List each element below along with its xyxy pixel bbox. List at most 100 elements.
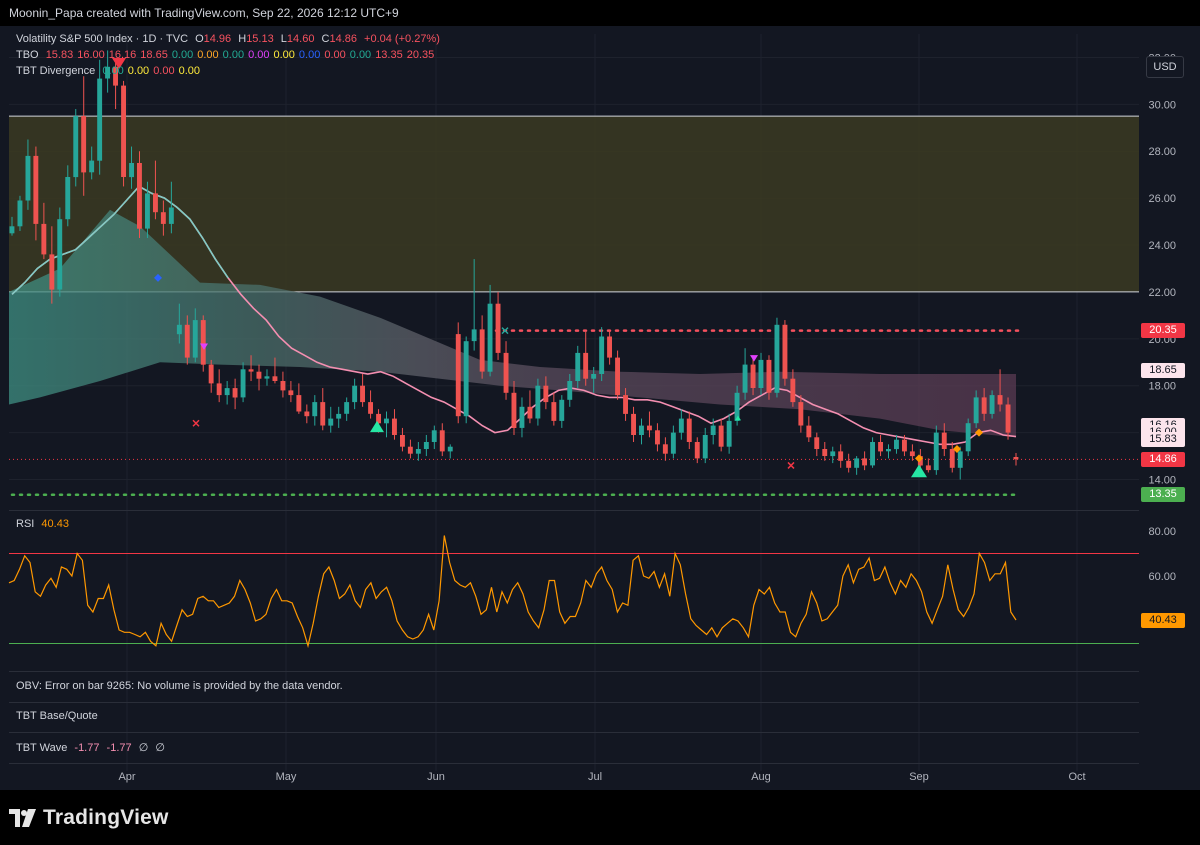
candle-body — [344, 402, 350, 414]
tradingview-logo-icon — [9, 809, 36, 827]
candle-body — [543, 385, 549, 403]
candle-body — [192, 320, 198, 358]
candle-body — [296, 395, 302, 412]
divergence-name[interactable]: TBT Divergence — [16, 65, 95, 77]
base-quote-name[interactable]: TBT Base/Quote — [16, 710, 98, 722]
candle-body — [639, 425, 644, 435]
divergence-cross-marker — [192, 419, 200, 427]
candle-body — [774, 324, 780, 393]
candle-body — [392, 418, 397, 435]
candle-body — [328, 418, 334, 426]
price-axis-label: 26.00 — [1148, 193, 1176, 205]
high-label: H — [238, 33, 247, 45]
candle-body — [519, 406, 525, 428]
candle-body — [902, 439, 907, 452]
candle-body — [73, 116, 79, 178]
candle-body — [734, 392, 740, 421]
candle-body — [415, 449, 421, 454]
high-value: 15.13 — [246, 33, 274, 45]
bottom-bar — [0, 790, 1200, 845]
tbo-value: 15.83 — [45, 49, 74, 61]
candle-body — [766, 359, 772, 393]
candle-body — [551, 402, 557, 421]
tbo-value: 16.00 — [77, 49, 105, 61]
divergence-value: 0.00 — [127, 65, 150, 77]
divergence-value: 0.00 — [153, 65, 175, 77]
candle-body — [160, 212, 166, 224]
wave-value-4: ∅ — [155, 742, 165, 754]
obv-error-text: OBV: Error on bar 9265: No volume is pro… — [16, 680, 343, 692]
candle-body — [176, 324, 182, 335]
candle-body — [949, 449, 955, 468]
candle-body — [168, 207, 174, 224]
tbo-value: 0.00 — [248, 49, 270, 61]
candle-body — [439, 430, 445, 452]
candle-body — [830, 451, 836, 457]
tbo-name[interactable]: TBO — [16, 49, 39, 61]
chart-frame[interactable]: 32.0030.0028.0026.0024.0022.0020.0018.00… — [0, 26, 1200, 790]
wave-value-1: -1.77 — [74, 742, 100, 754]
pane-separator — [9, 732, 1139, 733]
candle-body — [455, 334, 461, 417]
candle-body — [511, 392, 517, 428]
open-label: O — [195, 33, 204, 45]
candle-body — [989, 395, 995, 414]
candle-body — [655, 430, 660, 445]
chart-canvas[interactable]: 32.0030.0028.0026.0024.0022.0020.0018.00… — [0, 26, 1200, 790]
candle-body — [17, 200, 23, 227]
base-quote-legend: TBT Base/Quote — [16, 710, 102, 722]
candle-body — [909, 451, 915, 457]
candle-body — [822, 449, 828, 456]
candle-body — [838, 451, 844, 461]
candle-body — [360, 385, 365, 403]
candle-body — [272, 376, 278, 381]
candle-body — [288, 390, 294, 396]
candle-body — [216, 383, 222, 396]
rsi-axis-label: 80.00 — [1148, 526, 1176, 538]
pane-separator — [9, 671, 1139, 672]
candle-body — [503, 352, 509, 393]
main-legend: Volatility S&P 500 Index · 1D · TVC O 14.… — [16, 33, 444, 45]
candle-body — [208, 364, 214, 384]
candle-body — [384, 418, 389, 424]
price-tag: 40.43 — [1141, 612, 1185, 628]
candle-body — [65, 177, 71, 220]
rsi-value: 40.43 — [41, 518, 69, 530]
wave-value-2: -1.77 — [106, 742, 132, 754]
candle-body — [463, 341, 469, 417]
price-tag: 15.83 — [1141, 432, 1185, 448]
candle-body — [678, 418, 684, 433]
candle-body — [862, 458, 867, 466]
buy-signal-triangle — [911, 464, 927, 478]
tbo-value: 0.00 — [222, 49, 245, 61]
rsi-name[interactable]: RSI — [16, 518, 34, 530]
time-axis-label: Apr — [118, 771, 135, 783]
sell-signal-triangle — [750, 355, 758, 362]
candle-body — [471, 329, 477, 342]
tbo-value: 18.65 — [140, 49, 168, 61]
candle-body — [702, 435, 708, 459]
price-axis-label: 30.00 — [1148, 99, 1176, 111]
candle-body — [758, 359, 764, 388]
candle-body — [407, 446, 413, 454]
candle-body — [997, 395, 1003, 405]
time-axis-label: May — [276, 771, 297, 783]
tbo-legend: TBO 15.83 16.00 16.16 18.65 0.00 0.00 0.00 0.00… — [16, 49, 442, 61]
candle-body — [878, 442, 883, 452]
symbol-name[interactable]: Volatility S&P 500 Index · 1D · TVC — [16, 33, 188, 45]
wave-value-3: ∅ — [138, 742, 149, 754]
candle-body — [607, 336, 612, 358]
price-axis-label: 22.00 — [1148, 287, 1176, 299]
divergence-legend: TBT Divergence 0.00 0.00 0.00 0.00 — [16, 65, 208, 77]
candle-body — [782, 324, 788, 379]
candle-body — [647, 425, 652, 431]
candle-body — [559, 399, 565, 421]
low-value: 14.60 — [286, 33, 315, 45]
currency-button[interactable]: USD — [1146, 56, 1184, 78]
tradingview-logo[interactable]: TradingView — [9, 806, 169, 830]
time-axis-label: Aug — [751, 771, 771, 783]
candle-body — [726, 420, 732, 447]
pane-separator — [9, 763, 1139, 764]
wave-name[interactable]: TBT Wave — [16, 742, 67, 754]
rsi-legend: RSI 40.43 — [16, 518, 73, 530]
